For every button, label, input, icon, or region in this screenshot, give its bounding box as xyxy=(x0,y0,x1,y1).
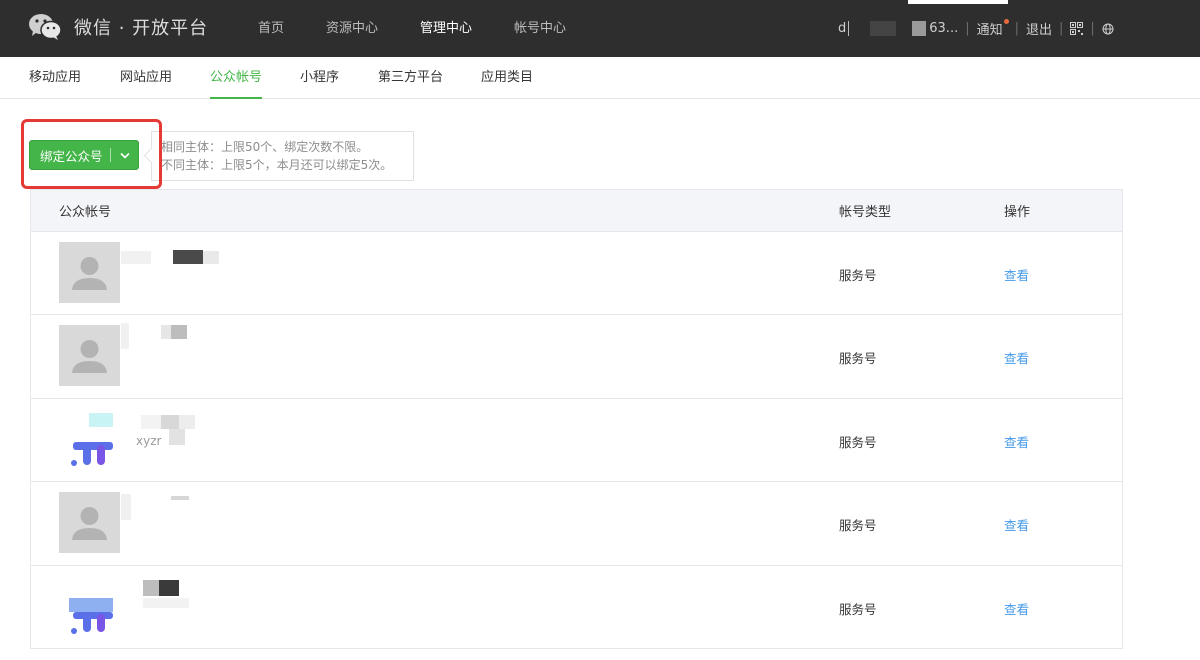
top-bar: 微信 · 开放平台 首页 资源中心 管理中心 帐号中心 d 63... | 通知… xyxy=(0,0,1200,57)
account-type: 服务号 xyxy=(839,268,877,283)
tab-third-party[interactable]: 第三方平台 xyxy=(378,57,443,99)
user-name-suffix[interactable]: 63... xyxy=(929,21,958,36)
view-link[interactable]: 查看 xyxy=(1004,515,1029,534)
user-area: d 63... | 通知 | 退出 | | xyxy=(838,0,1114,57)
table-row: 服务号 查看 xyxy=(31,566,1122,649)
header-account: 公众帐号 xyxy=(59,205,112,220)
account-name-redacted xyxy=(121,579,201,608)
account-type: 服务号 xyxy=(839,518,877,534)
account-subtitle: xyzr xyxy=(136,433,162,448)
separator: | xyxy=(1090,21,1095,36)
view-link[interactable]: 查看 xyxy=(1004,265,1029,284)
separator: | xyxy=(1059,21,1064,36)
default-avatar-icon xyxy=(59,242,120,303)
top-nav-account[interactable]: 帐号中心 xyxy=(514,0,566,57)
tab-website-app[interactable]: 网站应用 xyxy=(120,57,172,99)
account-type: 服务号 xyxy=(839,434,877,450)
redacted-block xyxy=(848,21,856,36)
sub-nav: 移动应用 网站应用 公众帐号 小程序 第三方平台 应用类目 xyxy=(0,57,1200,99)
brand-logo[interactable]: 微信 · 开放平台 xyxy=(28,13,208,41)
header-op: 操作 xyxy=(1004,205,1031,220)
account-name-redacted xyxy=(121,494,201,521)
table-header: 公众帐号 帐号类型 操作 xyxy=(31,190,1122,232)
table-row: 服务号 查看 xyxy=(31,232,1122,316)
logout-link[interactable]: 退出 xyxy=(1026,19,1052,38)
view-link[interactable]: 查看 xyxy=(1004,432,1029,451)
account-name-redacted xyxy=(121,248,219,264)
table-row: xyzr 服务号 查看 xyxy=(31,399,1122,483)
bind-limit-tip: 相同主体：上限50个、绑定次数不限。 不同主体：上限5个，本月还可以绑定5次。 xyxy=(151,131,414,181)
table-row: 服务号 查看 xyxy=(31,315,1122,399)
top-nav-resources[interactable]: 资源中心 xyxy=(326,0,378,57)
tab-app-category[interactable]: 应用类目 xyxy=(481,57,533,99)
bind-official-account-button[interactable]: 绑定公众号 xyxy=(29,140,139,170)
account-type: 服务号 xyxy=(839,351,877,367)
bind-button-label: 绑定公众号 xyxy=(40,148,103,164)
default-avatar-icon xyxy=(59,492,120,554)
brand-logo-avatar-icon xyxy=(59,409,120,470)
redacted-block xyxy=(870,21,897,36)
chevron-down-icon[interactable] xyxy=(111,152,138,159)
accounts-table: 公众帐号 帐号类型 操作 服务号 查看 服务号 查看 xyzr 服务号 查看 服… xyxy=(30,189,1123,649)
view-link[interactable]: 查看 xyxy=(1004,348,1029,367)
notice-dot xyxy=(1003,19,1009,24)
header-type: 帐号类型 xyxy=(839,205,892,220)
redacted-block xyxy=(912,21,927,36)
separator: | xyxy=(1014,21,1020,36)
tip-line-same-entity: 相同主体：上限50个、绑定次数不限。 xyxy=(161,140,369,154)
qrcode-icon[interactable] xyxy=(1070,22,1084,35)
tab-mini-program[interactable]: 小程序 xyxy=(300,57,339,99)
account-type: 服务号 xyxy=(839,601,877,617)
separator: | xyxy=(965,21,970,36)
table-row: 服务号 查看 xyxy=(31,482,1122,566)
notice-label: 通知 xyxy=(976,23,1003,38)
brand-name: 微信 · 开放平台 xyxy=(74,18,209,39)
account-name-redacted xyxy=(121,414,211,445)
tab-official-account[interactable]: 公众帐号 xyxy=(210,57,263,99)
user-name-prefix[interactable]: d xyxy=(838,21,846,36)
default-avatar-icon xyxy=(59,325,120,387)
notice-link[interactable]: 通知 xyxy=(976,19,1009,38)
account-name-redacted xyxy=(121,323,191,350)
tip-line-different-entity: 不同主体：上限5个，本月还可以绑定5次。 xyxy=(161,158,393,172)
view-link[interactable]: 查看 xyxy=(1004,599,1029,618)
wechat-logo-icon xyxy=(28,13,62,41)
tab-mobile-app[interactable]: 移动应用 xyxy=(29,57,81,99)
top-nav-management[interactable]: 管理中心 xyxy=(420,0,472,57)
globe-icon[interactable] xyxy=(1102,23,1114,35)
brand-logo-avatar-icon xyxy=(59,576,120,637)
top-nav-home[interactable]: 首页 xyxy=(258,0,284,57)
top-nav: 首页 资源中心 管理中心 帐号中心 xyxy=(258,0,608,57)
